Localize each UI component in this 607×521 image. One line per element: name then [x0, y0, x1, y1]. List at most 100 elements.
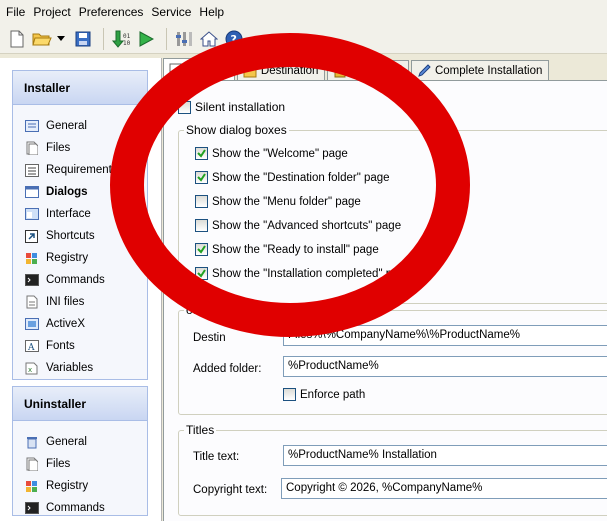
general-tab-icon: [169, 63, 183, 77]
dialogs-settings-panel: Silent installation Show dialog boxes Sh…: [163, 80, 607, 521]
home-icon[interactable]: [198, 28, 220, 50]
open-folder-icon[interactable]: [31, 28, 53, 50]
uninstaller-item-label: Registry: [46, 480, 89, 492]
added-folder-input[interactable]: %ProductName%: [283, 356, 607, 377]
installer-item-fonts[interactable]: A Fonts: [13, 335, 147, 357]
uninstaller-item-label: General: [46, 436, 87, 448]
settings-icon[interactable]: [173, 28, 195, 50]
variables-icon: x: [24, 362, 39, 375]
menu-help[interactable]: Help: [195, 0, 228, 24]
dialog-option-4[interactable]: Show the "Advanced shortcuts" page: [195, 219, 401, 232]
dialog-option-5[interactable]: Show the "Ready to install" page: [195, 243, 379, 256]
save-icon[interactable]: [72, 28, 94, 50]
destination-folder-value: Files%\%CompanyName%\%ProductName%: [288, 329, 520, 341]
menu-project[interactable]: Project: [29, 0, 74, 24]
installer-item-label: Shortcuts: [46, 230, 95, 242]
lock-icon: [333, 64, 347, 78]
tab-complete-installation[interactable]: Complete Installation: [410, 60, 550, 80]
copyright-text-input[interactable]: Copyright © 2026, %CompanyName%: [281, 478, 607, 499]
svg-text:x: x: [28, 366, 32, 374]
toolbar-separator: [103, 27, 104, 50]
run-icon[interactable]: [135, 28, 157, 50]
shortcuts-icon: [24, 229, 39, 243]
installer-item-dialogs[interactable]: Dialogs: [13, 181, 147, 203]
installer-item-label: Interface: [46, 208, 91, 220]
installer-item-interface[interactable]: Interface: [13, 203, 147, 225]
tab-general[interactable]: General: [163, 58, 235, 80]
tab-label: General: [187, 63, 228, 76]
uninstaller-item-commands[interactable]: Commands: [13, 497, 147, 519]
trash-icon: [24, 436, 39, 449]
title-text-value: %ProductName% Installation: [288, 449, 437, 461]
dialog-option-label: Show the "Welcome" page: [212, 147, 348, 160]
destination-folder-input[interactable]: Files%\%CompanyName%\%ProductName%: [283, 325, 607, 346]
menu-file[interactable]: File: [2, 0, 29, 24]
tab-password[interactable]: Password: [327, 60, 409, 80]
enforce-path-checkbox[interactable]: [283, 388, 296, 401]
dialog-option-checkbox[interactable]: [195, 171, 208, 184]
installer-item-shortcuts[interactable]: Shortcuts: [13, 225, 147, 247]
svg-text:01: 01: [123, 33, 131, 40]
uninstaller-item-label: Files: [46, 458, 71, 470]
commands-icon: [24, 274, 39, 287]
uninstaller-item-files[interactable]: Files: [13, 453, 147, 475]
help-icon[interactable]: ?: [223, 28, 245, 50]
dialog-option-checkbox[interactable]: [195, 219, 208, 232]
installer-item-label: ActiveX: [46, 318, 85, 330]
new-file-icon[interactable]: [6, 28, 28, 50]
dialog-option-label: Show the "Menu folder" page: [212, 195, 361, 208]
installer-item-label: Registry: [46, 252, 89, 264]
title-text-input[interactable]: %ProductName% Installation: [283, 445, 607, 466]
silent-installation-checkbox[interactable]: [178, 100, 191, 114]
enforce-path-option[interactable]: Enforce path: [283, 388, 365, 401]
installer-item-label: Dialogs: [46, 186, 88, 198]
uninstaller-item-general[interactable]: General: [13, 431, 147, 453]
installer-item-commands[interactable]: Commands: [13, 269, 147, 291]
installer-group-title: Installer: [13, 71, 147, 105]
dialog-option-checkbox[interactable]: [195, 243, 208, 256]
dialog-option-2[interactable]: Show the "Destination folder" page: [195, 171, 390, 184]
dialog-option-checkbox[interactable]: [195, 267, 208, 280]
installer-item-files[interactable]: Files: [13, 137, 147, 159]
navigation-panel: Installer General Files Requirements Dialog…: [0, 58, 162, 521]
installer-group: Installer General Files Requirements Dialog…: [12, 70, 148, 380]
added-folder-label: Added folder:: [193, 363, 262, 375]
copyright-text-value: Copyright © 2026, %CompanyName%: [286, 482, 483, 494]
files-icon: [24, 141, 39, 155]
files-icon: [24, 457, 39, 471]
installer-item-requirements[interactable]: Requirements: [13, 159, 147, 181]
requirements-icon: [24, 163, 39, 177]
dialog-option-checkbox[interactable]: [195, 147, 208, 160]
build-icon[interactable]: 01 10: [110, 28, 132, 50]
commands-icon: [24, 502, 39, 515]
installer-item-general[interactable]: General: [13, 115, 147, 137]
uninstaller-item-label: Commands: [46, 502, 105, 514]
dialog-option-3[interactable]: Show the "Menu folder" page: [195, 195, 361, 208]
tab-destination[interactable]: Destination: [236, 60, 326, 80]
silent-installation-option[interactable]: Silent installation: [178, 100, 285, 114]
menu-service[interactable]: Service: [147, 0, 195, 24]
dialog-option-6[interactable]: Show the "Installation completed" page: [195, 267, 411, 280]
general-icon: [24, 120, 39, 133]
dropdown-arrow-icon[interactable]: [56, 28, 66, 50]
installer-item-label: General: [46, 120, 87, 132]
dialog-option-label: Show the "Ready to install" page: [212, 243, 379, 256]
dialogs-icon: [24, 186, 39, 199]
installer-item-variables[interactable]: x Variables: [13, 357, 147, 379]
show-dialog-boxes-group: Show dialog boxes Show the "Welcome" pag…: [178, 123, 607, 304]
menu-preferences[interactable]: Preferences: [75, 0, 148, 24]
menu-bar: File Project Preferences Service Help: [0, 0, 607, 24]
installer-item-ini-files[interactable]: INI files: [13, 291, 147, 313]
silent-installation-label: Silent installation: [195, 100, 286, 114]
installer-item-label: Commands: [46, 274, 105, 286]
uninstaller-group-title: Uninstaller: [13, 387, 147, 421]
installer-item-label: Requirements: [46, 164, 118, 176]
installer-item-label: Fonts: [46, 340, 75, 352]
enforce-path-label: Enforce path: [300, 388, 366, 401]
installer-item-activex[interactable]: ActiveX: [13, 313, 147, 335]
installer-item-registry[interactable]: Registry: [13, 247, 147, 269]
dialog-option-1[interactable]: Show the "Welcome" page: [195, 147, 348, 160]
dialog-option-checkbox[interactable]: [195, 195, 208, 208]
uninstaller-item-registry[interactable]: Registry: [13, 475, 147, 497]
uninstaller-group: Uninstaller General Files Registry Commands: [12, 386, 148, 516]
